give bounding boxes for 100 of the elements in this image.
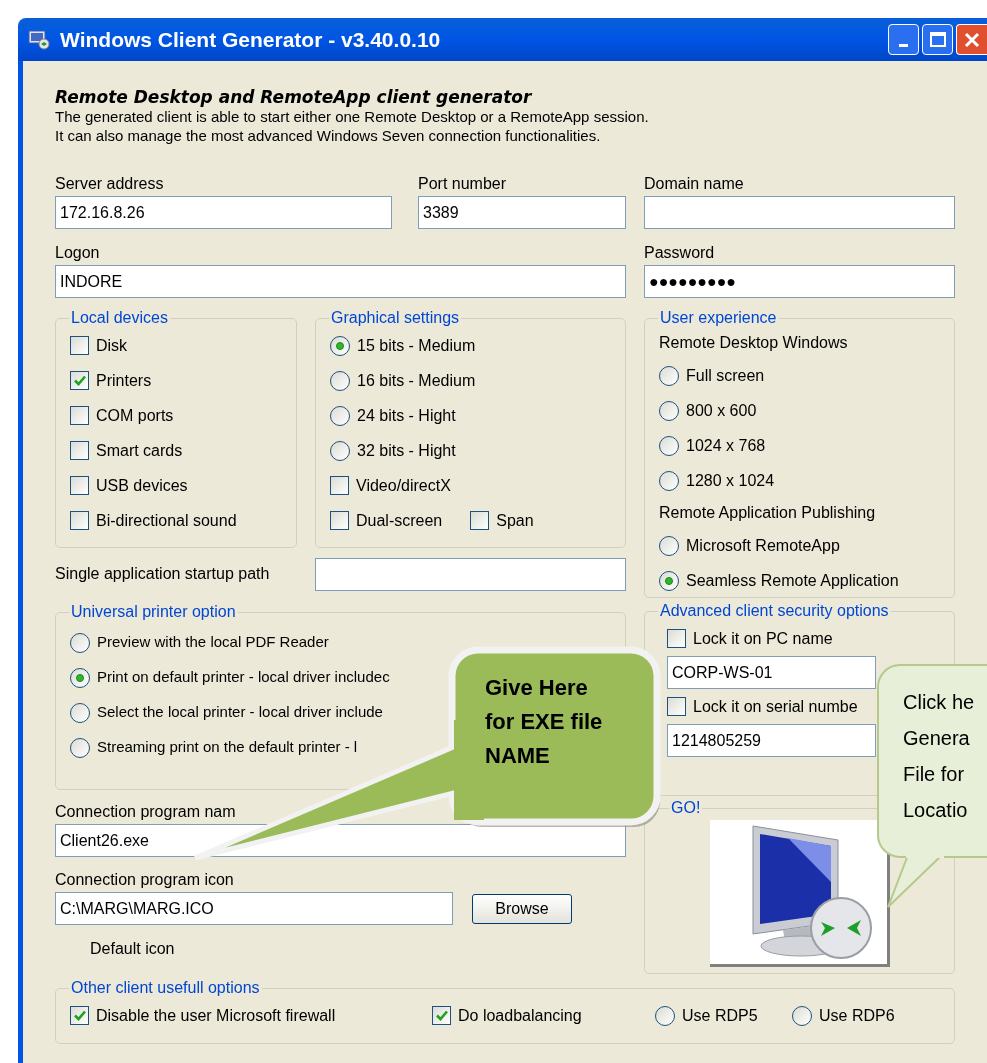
- checkbox[interactable]: [432, 1006, 451, 1025]
- app-icon: [28, 29, 50, 50]
- radio-button[interactable]: [792, 1005, 812, 1026]
- radio-button[interactable]: [655, 1005, 675, 1026]
- checkbox[interactable]: [70, 441, 89, 460]
- checkbox-label: Dual-screen: [356, 510, 443, 531]
- checkbox[interactable]: [330, 476, 349, 495]
- checkbox[interactable]: [70, 476, 89, 495]
- group-title: GO!: [670, 798, 702, 818]
- input-field[interactable]: [644, 196, 955, 229]
- radio-label: Select the local printer - local driver include: [97, 702, 383, 723]
- checkmark-icon: [73, 375, 86, 386]
- radio-label: 32 bits - Hight: [357, 440, 456, 461]
- radio-label: Full screen: [686, 365, 765, 386]
- checkbox[interactable]: [667, 629, 686, 648]
- field-label: Connection program nam: [55, 802, 237, 822]
- checkbox-label: Lock it on serial numbe: [693, 696, 858, 717]
- radio-button[interactable]: [330, 440, 350, 461]
- checkbox[interactable]: [470, 511, 490, 530]
- radio-label: 15 bits - Medium: [357, 335, 476, 356]
- description-line: The generated client is able to start either one Remote Desktop or a RemoteApp session.: [55, 107, 650, 126]
- radio-button[interactable]: [659, 570, 679, 591]
- input-field[interactable]: CORP-WS-01: [667, 656, 876, 689]
- radio-button[interactable]: [330, 370, 350, 391]
- checkbox-label: Video/directX: [356, 475, 451, 496]
- radio-button[interactable]: [330, 405, 350, 426]
- section-heading: Remote Desktop Windows: [659, 333, 849, 353]
- callout-text: Give Here for EXE file NAME: [485, 674, 603, 770]
- field-label: Logon: [55, 243, 101, 263]
- radio-label: Use RDP6: [819, 1005, 895, 1026]
- radio-label: Microsoft RemoteApp: [686, 535, 840, 556]
- group-title: Universal printer option: [70, 602, 237, 622]
- input-field[interactable]: [315, 557, 626, 591]
- callout-text: Click he Genera File for Locatio: [903, 690, 975, 823]
- maximize-button[interactable]: [922, 24, 953, 55]
- radio-label: Seamless Remote Application: [686, 570, 899, 591]
- radio-button[interactable]: [659, 535, 679, 556]
- radio-button[interactable]: [659, 470, 679, 491]
- checkbox-label: Disable the user Microsoft firewall: [96, 1005, 336, 1026]
- checkbox[interactable]: [70, 406, 89, 425]
- radio-label: 24 bits - Hight: [357, 405, 456, 426]
- checkbox[interactable]: [70, 1006, 89, 1025]
- browse-button[interactable]: Browse: [472, 893, 572, 924]
- checkbox[interactable]: [330, 511, 349, 530]
- radio-label: 1024 x 768: [686, 435, 766, 456]
- field-label: Single application startup path: [55, 564, 271, 584]
- group-title: Local devices: [70, 308, 169, 328]
- field-label: Connection program icon: [55, 870, 235, 890]
- field-label: Password: [644, 243, 716, 263]
- radio-label: Preview with the local PDF Reader: [97, 632, 329, 653]
- checkbox-label: Span: [496, 510, 534, 531]
- window-title: Windows Client Generator - v3.40.0.10: [60, 26, 441, 53]
- checkbox[interactable]: [70, 336, 89, 355]
- checkbox[interactable]: [667, 697, 686, 716]
- go-button[interactable]: [709, 820, 890, 967]
- radio-label: Use RDP5: [682, 1005, 758, 1026]
- radio-button[interactable]: [70, 632, 90, 653]
- checkbox-label: Smart cards: [96, 440, 183, 461]
- radio-button[interactable]: [70, 737, 90, 758]
- checkbox[interactable]: [70, 511, 89, 530]
- checkbox-label: Lock it on PC name: [693, 628, 833, 649]
- field-label: Domain name: [644, 174, 745, 194]
- input-field[interactable]: ●●●●●●●●●: [644, 265, 955, 298]
- checkbox-label: Disk: [96, 335, 128, 356]
- checkbox[interactable]: [70, 371, 89, 390]
- radio-button[interactable]: [70, 702, 90, 723]
- radio-button[interactable]: [659, 400, 679, 421]
- checkbox-label: Bi-directional sound: [96, 510, 237, 531]
- input-field[interactable]: 172.16.8.26: [55, 196, 392, 229]
- radio-button[interactable]: [659, 365, 679, 386]
- input-field[interactable]: C:\MARG\MARG.ICO: [55, 892, 453, 925]
- checkbox-label: Printers: [96, 370, 152, 391]
- input-field[interactable]: Client26.exe: [55, 824, 626, 857]
- field-label: Port number: [418, 174, 508, 194]
- group-title: Advanced client security options: [659, 601, 890, 621]
- input-field[interactable]: 3389: [418, 196, 626, 229]
- default-icon-label: Default icon: [90, 939, 176, 959]
- group-title: Other client usefull options: [70, 978, 261, 998]
- checkmark-icon: [73, 1010, 86, 1021]
- group-title: Graphical settings: [330, 308, 461, 328]
- radio-button[interactable]: [659, 435, 679, 456]
- description-line: It can also manage the most advanced Windows Seven connection functionalities.: [55, 126, 602, 145]
- group-title: User experience: [659, 308, 778, 328]
- radio-button[interactable]: [330, 335, 350, 356]
- minimize-button[interactable]: [888, 24, 919, 55]
- radio-label: 800 x 600: [686, 400, 757, 421]
- close-icon: [964, 31, 980, 48]
- section-heading: Remote Application Publishing: [659, 503, 877, 523]
- radio-label: 1280 x 1024: [686, 470, 775, 491]
- radio-label: 16 bits - Medium: [357, 370, 476, 391]
- close-button[interactable]: [956, 24, 987, 55]
- field-label: Server address: [55, 174, 165, 194]
- radio-label: Streaming print on the default printer - l: [97, 737, 358, 758]
- radio-button[interactable]: [70, 667, 90, 688]
- input-field[interactable]: 1214805259: [667, 724, 876, 757]
- radio-label: Print on default printer - local driver includec: [97, 667, 390, 688]
- input-field[interactable]: INDORE: [55, 265, 626, 298]
- checkmark-icon: [435, 1010, 448, 1021]
- checkbox-label: COM ports: [96, 405, 174, 426]
- heading: Remote Desktop and RemoteApp client generator: [55, 86, 533, 107]
